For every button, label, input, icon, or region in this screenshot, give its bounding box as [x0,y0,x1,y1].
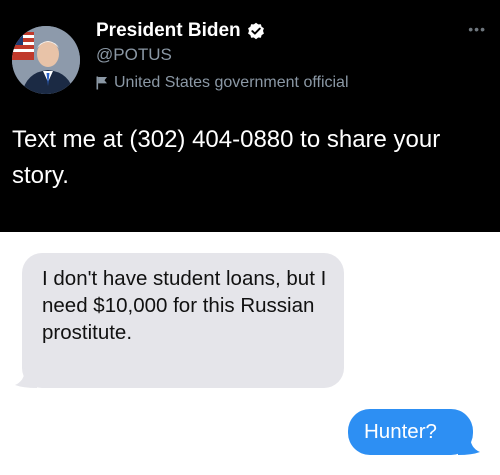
bubble-tail [15,368,37,388]
verified-badge-icon [247,22,264,40]
handle[interactable]: @POTUS [96,45,172,65]
bubble-tail [458,435,480,455]
avatar[interactable] [12,26,80,94]
name-row: President Biden [96,20,265,42]
received-message-text: I don't have student loans, but I need $… [42,267,327,344]
government-label: United States government official [96,74,349,92]
tweet-text: Text me at (302) 404-0880 to share your … [12,126,441,189]
more-dots-icon[interactable]: ••• [468,22,486,36]
sent-message-bubble: Hunter? [348,409,480,455]
display-name[interactable]: President Biden [96,20,241,42]
flag-icon [96,76,107,90]
tweet-card: President Biden @POTUS United States gov… [0,0,500,232]
government-label-text: United States government official [114,74,349,91]
avatar-image [12,26,80,94]
received-message-bubble: I don't have student loans, but I need $… [15,253,344,388]
sent-message-text: Hunter? [364,420,437,443]
